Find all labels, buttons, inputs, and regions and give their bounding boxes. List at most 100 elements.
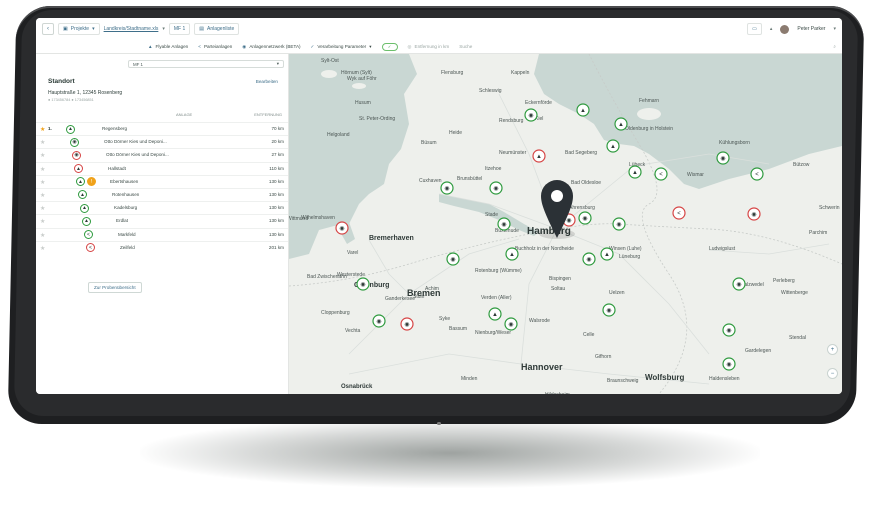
facility-marker[interactable]: ◉ [612, 217, 626, 231]
place-label: Vechta [345, 328, 361, 334]
facility-name: Erdlat [116, 218, 129, 224]
star-icon[interactable]: ★ [40, 218, 45, 225]
globe-icon: ◉ [339, 226, 344, 232]
facility-marker[interactable]: ▲ [600, 247, 614, 261]
facility-marker[interactable]: ◉ [722, 357, 736, 371]
device-shadow [140, 418, 760, 488]
facility-type-icon: ◉ [72, 150, 81, 160]
mountain-icon: ▲ [580, 108, 586, 114]
facility-marker[interactable]: ▲ [532, 149, 546, 163]
facility-marker[interactable]: ▲ [488, 307, 502, 321]
facility-marker[interactable]: ◉ [747, 207, 761, 221]
mountain-icon: ▲ [604, 252, 610, 258]
star-icon[interactable]: ★ [40, 126, 45, 133]
warning-icon: ! [87, 177, 96, 187]
facility-marker[interactable]: ▲ [606, 139, 620, 153]
facility-marker[interactable]: ◉ [440, 181, 454, 195]
facility-marker[interactable]: ◉ [356, 277, 370, 291]
user-name[interactable]: Peter Parker [797, 26, 825, 32]
place-label: Cuxhaven [419, 178, 442, 184]
star-icon[interactable]: ★ [40, 166, 45, 173]
facility-name: Otto Dörner Kies und Deponi... [104, 139, 167, 145]
facility-marker[interactable]: ◉ [602, 303, 616, 317]
place-label: Perleberg [773, 278, 795, 284]
zoom-in-button[interactable]: + [827, 344, 838, 355]
facility-distance: 130 km [268, 191, 284, 197]
facility-marker[interactable]: ◉ [524, 108, 538, 122]
chevron-down-icon[interactable]: ▾ [833, 26, 836, 32]
star-icon[interactable]: ★ [40, 179, 45, 186]
star-icon[interactable]: ★ [40, 152, 45, 159]
mountain-icon: ▲ [618, 122, 624, 128]
toolbar-party[interactable]: < Parteianlagen [198, 44, 232, 49]
facility-marker[interactable]: ◉ [446, 252, 460, 266]
toolbar-network[interactable]: ◉ Anlagennetzwerk (BETA) [242, 44, 300, 50]
star-icon[interactable]: ★ [40, 205, 45, 212]
breadcrumb-list[interactable]: ▤ Anlagenliste [194, 23, 240, 35]
search-icon[interactable]: ⌕ [833, 44, 836, 49]
table-row[interactable]: ★ ◉ Otto Dörner Kies und Deponi... 20 km [36, 135, 288, 148]
globe-icon: ◉ [566, 218, 571, 224]
facility-marker[interactable]: ▲ [576, 103, 590, 117]
facility-type-icon: ▲ [74, 164, 83, 174]
breadcrumb-projects[interactable]: ▣ Projekte ▾ [58, 23, 100, 35]
facility-marker[interactable]: ◉ [582, 252, 596, 266]
screen-icon[interactable]: ▭ [747, 23, 762, 35]
place-label: Neumünster [499, 150, 527, 156]
table-row[interactable]: ★ ▲ Rotenhausen 130 km [36, 187, 288, 201]
facility-distance: 70 km [271, 126, 284, 131]
star-icon[interactable]: ★ [40, 139, 45, 146]
facility-marker[interactable]: < [672, 206, 686, 220]
facility-marker[interactable]: < [750, 167, 764, 181]
facility-marker[interactable]: ◉ [504, 317, 518, 331]
facility-marker[interactable]: ▲ [628, 165, 642, 179]
breadcrumb-file[interactable]: Landkreis/Stadtname.xls [104, 26, 159, 32]
facility-type-icon: < [84, 230, 93, 239]
facility-marker[interactable]: ◉ [716, 151, 730, 165]
table-row[interactable]: ★ 1. ▲ Regensberg 70 km [36, 122, 288, 135]
table-row[interactable]: ★ ◉ Otto Dörner Kies und Deponi... 27 km [36, 148, 288, 161]
mf-select[interactable]: MF 1 ▾ [128, 60, 284, 68]
map[interactable]: HamburgBremenHannoverBremerhavenOldenbur… [289, 54, 842, 394]
probe-overview-button[interactable]: Zur Probenübersicht [88, 282, 142, 293]
facility-marker[interactable]: ◉ [335, 221, 349, 235]
facility-marker[interactable]: ◉ [400, 317, 414, 331]
facility-marker[interactable]: ◉ [497, 217, 511, 231]
table-row[interactable]: ★ < Zeilfeld 201 km [36, 240, 288, 254]
star-icon[interactable]: ★ [40, 192, 45, 199]
facility-marker[interactable]: < [654, 167, 668, 181]
facility-name: Zeilfeld [120, 244, 135, 250]
search-label[interactable]: Suche [459, 44, 472, 49]
avatar[interactable] [780, 24, 790, 34]
toolbar-parameters[interactable]: ✓ Verarbeitung Parameter ▾ [311, 44, 372, 50]
breadcrumb-mf[interactable]: MF 1 [168, 23, 191, 35]
facility-marker[interactable]: ◉ [722, 323, 736, 337]
facility-marker[interactable]: ▲ [505, 247, 519, 261]
facility-marker[interactable]: ▲ [614, 117, 628, 131]
table-row[interactable]: ★ ▲ Hallstadt 110 km [36, 161, 288, 175]
table-row[interactable]: ★ ▲ Erdlat 130 km [36, 214, 288, 227]
facility-marker[interactable]: ◉ [732, 277, 746, 291]
folder-icon: ▣ [63, 26, 68, 32]
place-label: Parchim [809, 230, 827, 236]
facility-name: Hallstadt [108, 165, 126, 171]
facility-marker[interactable]: ◉ [372, 314, 386, 328]
zoom-out-button[interactable]: − [827, 368, 838, 379]
facility-marker[interactable]: ◉ [489, 181, 503, 195]
star-icon[interactable]: ★ [40, 245, 45, 252]
edit-link[interactable]: Bearbeiten [256, 79, 278, 84]
facility-marker[interactable]: ◉ [578, 211, 592, 225]
table-row[interactable]: ★ < Markfeld 130 km [36, 227, 288, 241]
chevron-left-icon[interactable]: ‹ [42, 23, 54, 35]
table-row[interactable]: ★ ▲ Kadelsburg 130 km [36, 201, 288, 214]
map-canvas[interactable]: HamburgBremenHannoverBremerhavenOldenbur… [289, 54, 842, 394]
star-icon[interactable]: ★ [40, 232, 45, 239]
place-label: Walsrode [529, 318, 550, 324]
globe-icon: ◉ [493, 186, 498, 192]
place-label: Oldenburg in Holstein [625, 126, 673, 132]
toolbar-flyable[interactable]: ▲ Flyable Anlagen [148, 44, 188, 49]
distance-filter[interactable]: ◎ Entfernung in km [408, 44, 450, 50]
toggle-switch[interactable]: ✓ [381, 42, 398, 51]
bell-icon[interactable]: ▴ [770, 26, 773, 32]
table-row[interactable]: ★ ▲! Ebertshausen 130 km [36, 174, 288, 188]
